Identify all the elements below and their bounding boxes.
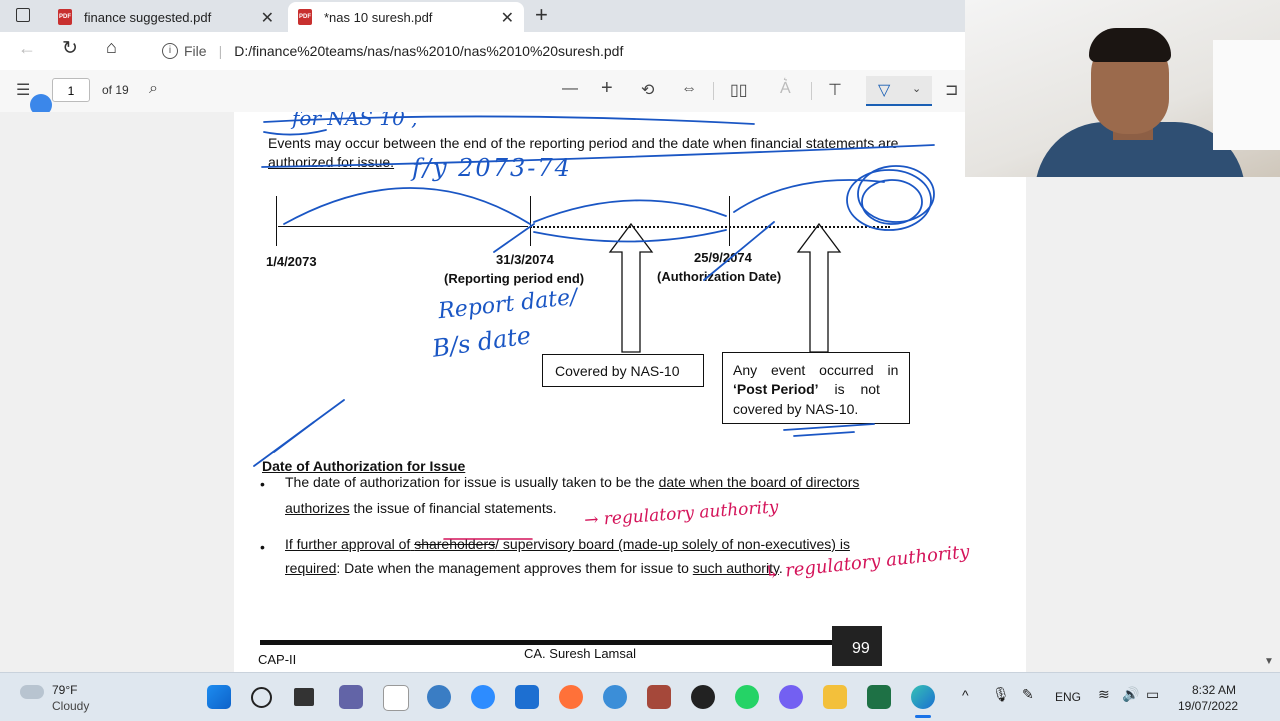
tab-label: *nas 10 suresh.pdf bbox=[324, 9, 433, 25]
zoom-out-icon[interactable]: — bbox=[562, 80, 578, 98]
tab-finance-suggested[interactable]: PDF finance suggested.pdf ✕ bbox=[48, 2, 284, 32]
edge-icon[interactable] bbox=[911, 685, 935, 709]
annotation-top: for NAS 10 , bbox=[292, 112, 418, 130]
editor-icon[interactable] bbox=[515, 685, 539, 709]
teams-chat-icon[interactable] bbox=[339, 685, 363, 709]
back-icon[interactable]: ← bbox=[18, 38, 36, 59]
chevron-down-icon[interactable]: ⌄ bbox=[912, 82, 921, 95]
document-viewer[interactable]: Events may occur between the end of the … bbox=[0, 112, 1280, 672]
webcam-overlay bbox=[965, 0, 1280, 177]
pdf-icon: PDF bbox=[298, 9, 312, 25]
chevron-up-icon[interactable]: ^ bbox=[962, 687, 969, 703]
fit-width-icon[interactable]: ⇔ bbox=[681, 80, 697, 98]
taskbar: 79°F Cloudy ^ 🎙 ✎ ENG ≋ 🔊 ▭ 8:32 AM 19/0… bbox=[0, 672, 1280, 721]
weather-desc[interactable]: Cloudy bbox=[52, 699, 89, 713]
whatsapp-icon[interactable] bbox=[735, 685, 759, 709]
annotation-fy: f/y 2073-74 bbox=[412, 154, 572, 182]
tab-nas10-suresh[interactable]: PDF *nas 10 suresh.pdf ✕ bbox=[288, 2, 524, 32]
obs-icon[interactable] bbox=[691, 685, 715, 709]
tab-bar: PDF finance suggested.pdf ✕ PDF *nas 10 … bbox=[0, 0, 965, 32]
highlight-icon[interactable]: ⊐ bbox=[945, 80, 958, 100]
file-explorer-icon[interactable] bbox=[823, 685, 847, 709]
excel-icon[interactable] bbox=[867, 685, 891, 709]
close-icon[interactable]: ✕ bbox=[261, 8, 274, 28]
tally-icon[interactable] bbox=[383, 685, 409, 711]
task-view-icon[interactable] bbox=[294, 688, 314, 706]
cloud-icon[interactable] bbox=[20, 685, 44, 699]
divider bbox=[713, 82, 714, 100]
quickbooks-icon[interactable] bbox=[603, 685, 627, 709]
battery-icon[interactable]: ▭ bbox=[1146, 686, 1159, 703]
volume-icon[interactable]: 🔊 bbox=[1122, 686, 1139, 703]
divider bbox=[811, 82, 812, 100]
page-total: of 19 bbox=[102, 83, 129, 97]
separator: | bbox=[218, 43, 223, 59]
clock-time[interactable]: 8:32 AM bbox=[1192, 683, 1236, 697]
ink-strokes bbox=[253, 115, 935, 540]
clock-date[interactable]: 19/07/2022 bbox=[1178, 699, 1238, 713]
start-icon[interactable] bbox=[207, 685, 231, 709]
zoom-icon[interactable] bbox=[471, 685, 495, 709]
scrollbar-down-icon[interactable]: ▼ bbox=[1264, 656, 1274, 667]
archive-icon[interactable] bbox=[647, 685, 671, 709]
firefox-icon[interactable] bbox=[559, 685, 583, 709]
viber-icon[interactable] bbox=[779, 685, 803, 709]
address-bar: ← ↻ ⌂ i File | D:/finance%20teams/nas/na… bbox=[0, 32, 965, 70]
rotate-icon[interactable]: ⟲ bbox=[641, 80, 654, 100]
globe-app-icon[interactable] bbox=[427, 685, 451, 709]
weather-temp[interactable]: 79°F bbox=[52, 683, 77, 697]
pdf-toolbar: ☰ 1 of 19 ⌕ — + ⟲ ⇔ ▯▯ A͛ ⊤ ▽ ⌄ ⊐ bbox=[0, 70, 965, 116]
window-light bbox=[1213, 40, 1280, 150]
language-indicator[interactable]: ENG bbox=[1055, 690, 1081, 704]
page-view-icon[interactable]: ▯▯ bbox=[730, 80, 748, 100]
url-text: D:/finance%20teams/nas/nas%2010/nas%2010… bbox=[234, 43, 624, 59]
search-icon[interactable]: ⌕ bbox=[149, 80, 158, 98]
read-aloud-icon[interactable]: A͛ bbox=[780, 80, 791, 98]
refresh-icon[interactable]: ↻ bbox=[62, 37, 78, 60]
page-number-input[interactable]: 1 bbox=[52, 78, 90, 102]
zoom-in-icon[interactable]: + bbox=[601, 77, 613, 100]
wifi-icon[interactable]: ≋ bbox=[1098, 686, 1110, 703]
new-tab-button[interactable]: + bbox=[535, 2, 548, 28]
draw-icon: ▽ bbox=[878, 82, 891, 99]
presenter-hair bbox=[1089, 28, 1171, 62]
tab-label: finance suggested.pdf bbox=[84, 9, 212, 25]
text-box-icon[interactable]: ⊤ bbox=[828, 80, 842, 100]
pdf-page: Events may occur between the end of the … bbox=[234, 112, 1026, 672]
pen-icon[interactable]: ✎ bbox=[1022, 686, 1034, 703]
close-icon[interactable]: ✕ bbox=[501, 8, 514, 28]
url-field[interactable]: i File | D:/finance%20teams/nas/nas%2010… bbox=[150, 35, 950, 67]
file-label: File bbox=[184, 43, 207, 59]
draw-button[interactable]: ▽ ⌄ bbox=[866, 76, 932, 106]
contents-icon[interactable]: ☰ bbox=[16, 80, 30, 100]
pdf-icon: PDF bbox=[58, 9, 72, 25]
active-indicator bbox=[915, 715, 931, 718]
home-icon[interactable]: ⌂ bbox=[106, 37, 117, 58]
info-icon[interactable]: i bbox=[162, 43, 178, 59]
search-icon[interactable] bbox=[251, 687, 272, 708]
microphone-icon[interactable]: 🎙 bbox=[992, 686, 1010, 703]
tab-actions-icon[interactable] bbox=[16, 8, 30, 22]
